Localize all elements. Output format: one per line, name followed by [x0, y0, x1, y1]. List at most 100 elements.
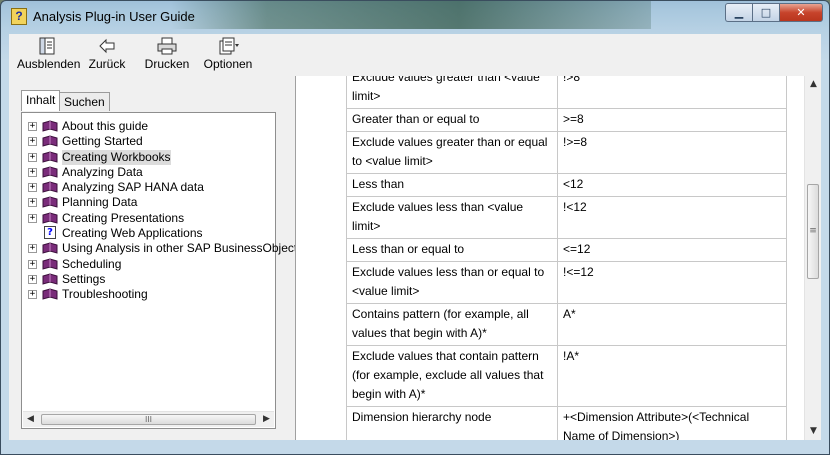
book-icon	[42, 212, 58, 224]
table-cell-syntax: >=8	[557, 108, 787, 132]
tree-item-label: Creating Workbooks	[62, 149, 171, 165]
table-cell-description: Contains pattern (for example, all value…	[346, 303, 558, 346]
toolbar: Ausblenden Zurück Drucken Optionen	[9, 34, 821, 77]
title-bar-background	[171, 1, 651, 29]
table-cell-syntax: !>8	[557, 76, 787, 109]
table-cell-syntax: A*	[557, 303, 787, 346]
tree-horizontal-scrollbar[interactable]: ◀ III ▶	[23, 411, 274, 427]
table-cell-description: Dimension hierarchy node	[346, 406, 558, 440]
table-cell-description: Exclude values less than or equal to <va…	[346, 261, 558, 304]
scroll-down-icon[interactable]: ▼	[805, 423, 821, 440]
table-row: Contains pattern (for example, all value…	[346, 303, 787, 346]
book-icon	[42, 242, 58, 255]
tree-item-label: Creating Web Applications	[62, 226, 203, 241]
expand-icon[interactable]: +	[28, 259, 37, 269]
back-button-label: Zurück	[88, 57, 126, 71]
table-row: Exclude values greater than or equal to …	[346, 131, 787, 174]
expand-icon[interactable]: +	[28, 167, 37, 177]
hide-button[interactable]: Ausblenden	[17, 36, 81, 74]
tree-item-label: About this guide	[62, 119, 149, 133]
expand-icon[interactable]: +	[28, 274, 37, 284]
help-body: Inhalt Suchen + About this guide + Getti…	[9, 76, 821, 440]
table-row: Exclude values less than or equal to <va…	[346, 261, 787, 304]
book-icon	[42, 288, 58, 300]
book-icon	[42, 273, 58, 285]
tree-item-label: Creating Presentations	[62, 210, 185, 225]
expand-icon[interactable]: +	[28, 290, 37, 300]
book-icon	[42, 166, 58, 178]
hide-pane-icon	[17, 36, 77, 56]
tree-item-label: Getting Started	[62, 134, 143, 149]
title-bar[interactable]: ? Analysis Plug-in User Guide ▁ □ ✕	[1, 1, 829, 31]
maximize-button[interactable]: □	[752, 3, 779, 22]
expand-icon[interactable]: +	[28, 183, 37, 193]
scroll-left-icon[interactable]: ◀	[23, 412, 38, 427]
options-icon	[203, 36, 253, 56]
help-app-icon[interactable]: ?	[11, 8, 27, 25]
tab-contents[interactable]: Inhalt	[21, 90, 61, 111]
contents-tree-panel: + About this guide + Getting Started + C…	[21, 112, 303, 429]
hide-button-label: Ausblenden	[17, 57, 81, 71]
back-arrow-icon	[87, 36, 127, 56]
book-icon	[42, 181, 58, 193]
expand-icon[interactable]: +	[28, 198, 37, 208]
printer-icon	[143, 36, 191, 56]
table-cell-syntax: !<=12	[557, 261, 787, 304]
expand-icon[interactable]: +	[28, 137, 37, 147]
table-cell-syntax: !A*	[557, 345, 787, 407]
expand-icon[interactable]: +	[28, 213, 37, 223]
window-bottom-border	[9, 440, 821, 448]
expand-icon[interactable]: +	[28, 244, 37, 254]
book-icon	[42, 196, 58, 209]
book-icon	[42, 120, 58, 132]
table-row: Exclude values that contain pattern (for…	[346, 345, 787, 407]
tab-search[interactable]: Suchen	[59, 92, 110, 111]
table-cell-syntax: !<12	[557, 196, 787, 239]
table-cell-syntax: <=12	[557, 238, 787, 262]
scroll-up-icon[interactable]: ▲	[805, 76, 821, 93]
book-icon	[42, 135, 58, 147]
table-cell-syntax: <12	[557, 173, 787, 197]
back-button[interactable]: Zurück	[87, 36, 127, 74]
scrollbar-thumb[interactable]: III	[41, 414, 256, 425]
table-cell-description: Exclude values that contain pattern (for…	[346, 345, 558, 407]
table-cell-description: Less than or equal to	[346, 238, 558, 262]
tree-item-label: Planning Data	[62, 195, 138, 210]
table-cell-description: Greater than or equal to	[346, 108, 558, 132]
table-row: Exclude values greater than <value limit…	[346, 76, 787, 109]
table-row: Less than <12	[346, 173, 787, 197]
table-cell-description: Exclude values greater than or equal to …	[346, 131, 558, 174]
tree-item-label: Analyzing SAP HANA data	[62, 180, 204, 195]
table-row: Dimension hierarchy node +<Dimension Attr…	[346, 406, 787, 440]
content-vertical-scrollbar[interactable]: ▲ ≡ ▼	[804, 76, 821, 440]
options-button-label: Optionen	[203, 57, 253, 71]
tree-item-label: Settings	[62, 271, 106, 286]
table-cell-syntax: +<Dimension Attribute>(<Technical Name o…	[557, 406, 787, 440]
window-title: Analysis Plug-in User Guide	[33, 9, 195, 24]
tree-item-label: Scheduling	[62, 256, 122, 271]
caption-buttons: ▁ □ ✕	[725, 3, 823, 22]
table-row: Less than or equal to <=12	[346, 238, 787, 262]
help-window: ? Analysis Plug-in User Guide ▁ □ ✕ Ausb…	[0, 0, 830, 455]
tree-item-label: Analyzing Data	[62, 164, 143, 179]
topic-content-pane: Exclude values greater than <value limit…	[295, 76, 821, 440]
scrollbar-thumb[interactable]: ≡	[807, 184, 819, 279]
print-button-label: Drucken	[144, 57, 190, 71]
table-cell-description: Exclude values greater than <value limit…	[346, 76, 558, 109]
table-row: Greater than or equal to >=8	[346, 108, 787, 132]
options-button[interactable]: Optionen	[203, 36, 253, 74]
print-button[interactable]: Drucken	[143, 36, 191, 74]
close-button[interactable]: ✕	[779, 3, 823, 22]
tree-item-label: Using Analysis in other SAP BusinessObje…	[62, 241, 304, 256]
book-icon	[42, 151, 58, 163]
scroll-right-icon[interactable]: ▶	[259, 412, 274, 427]
expand-icon[interactable]: +	[28, 152, 37, 162]
filter-syntax-table: Exclude values greater than <value limit…	[346, 76, 787, 440]
book-icon	[42, 258, 58, 270]
minimize-button[interactable]: ▁	[725, 3, 752, 22]
expand-icon[interactable]: +	[28, 122, 37, 131]
tree-item-label: Troubleshooting	[62, 287, 148, 302]
table-cell-description: Less than	[346, 173, 558, 197]
table-row: Exclude values less than <value limit> !<…	[346, 196, 787, 239]
help-page-icon: ?	[44, 226, 56, 240]
